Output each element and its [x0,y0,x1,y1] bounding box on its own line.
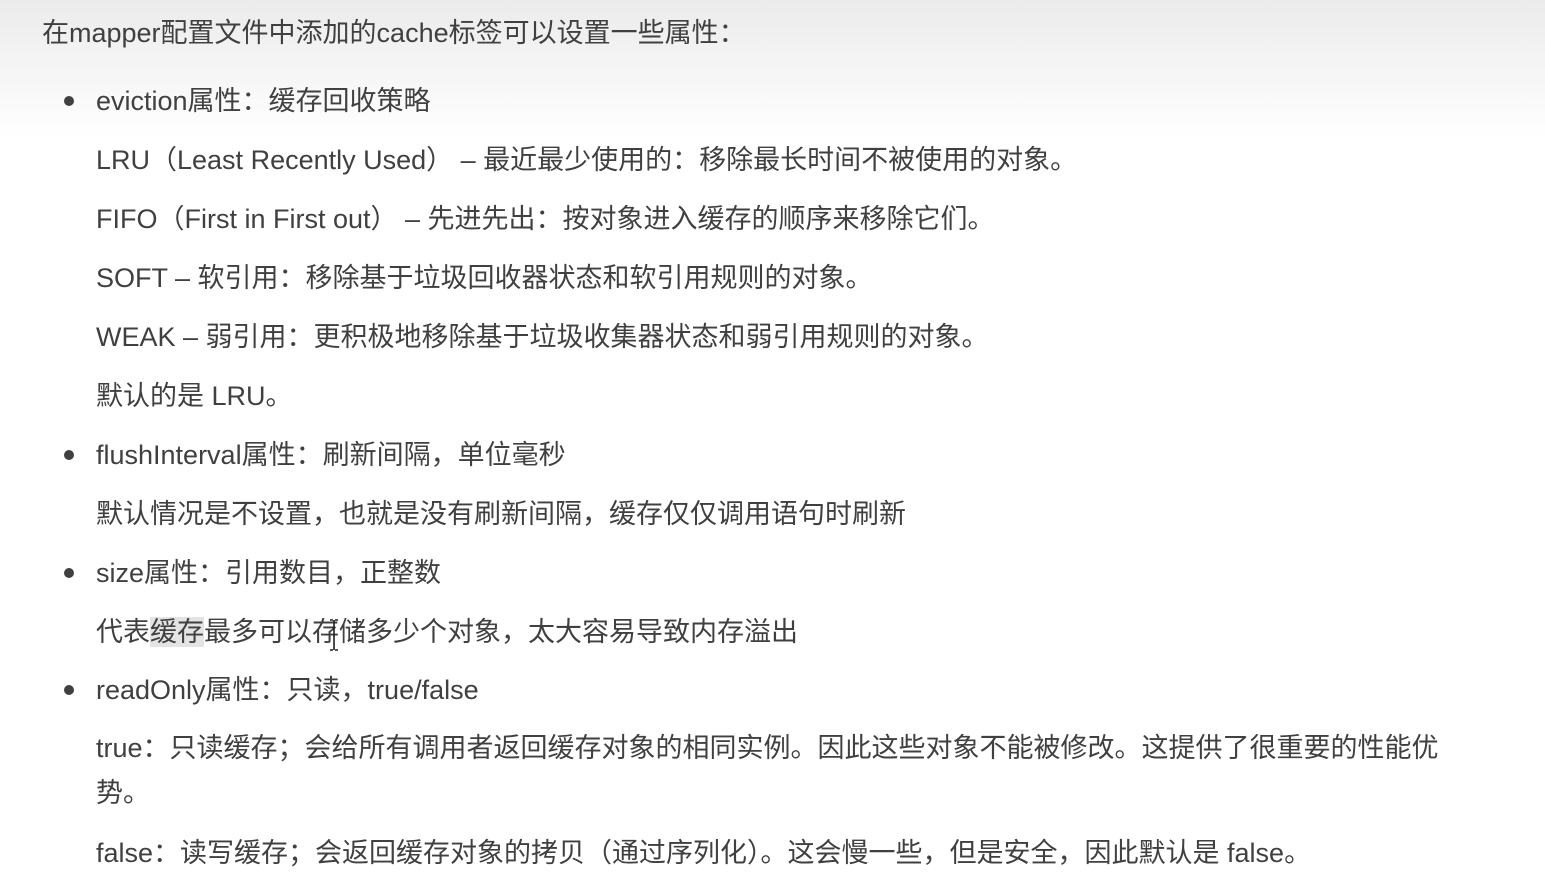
text-selection-highlight: 缓存 [150,617,204,647]
readonly-true-desc: true：只读缓存；会给所有调用者返回缓存对象的相同实例。因此这些对象不能被修改… [96,733,1439,808]
text-cursor-icon [330,619,338,651]
flushinterval-title: flushInterval属性：刷新间隔，单位毫秒 [96,440,566,470]
readonly-title: readOnly属性：只读，true/false [96,675,479,705]
bullet-icon [64,96,74,106]
size-desc-before: 代表 [96,617,150,647]
eviction-title: eviction属性：缓存回收策略 [96,86,431,116]
bullet-icon [64,685,74,695]
eviction-soft: SOFT – 软引用：移除基于垃圾回收器状态和软引用规则的对象。 [96,263,873,293]
intro-text: 在mapper配置文件中添加的cache标签可以设置一些属性： [42,18,746,48]
eviction-default: 默认的是 LRU。 [96,381,293,411]
flushinterval-desc: 默认情况是不设置，也就是没有刷新间隔，缓存仅仅调用语句时刷新 [96,499,906,529]
eviction-fifo: FIFO（First in First out） – 先进先出：按对象进入缓存的… [96,204,995,234]
bullet-icon [64,450,74,460]
size-title: size属性：引用数目，正整数 [96,558,442,588]
size-desc: 代表缓存最多可以存储多少个对象，太大容易导致内存溢出 [96,614,798,650]
bullet-icon [64,568,74,578]
size-desc-after: 最多可以存储多少个对象，太大容易导致内存溢出 [204,617,798,647]
eviction-weak: WEAK – 弱引用：更积极地移除基于垃圾收集器状态和弱引用规则的对象。 [96,322,989,352]
eviction-lru: LRU（Least Recently Used） – 最近最少使用的：移除最长时… [96,145,1078,175]
readonly-false-desc: false：读写缓存；会返回缓存对象的拷贝（通过序列化）。这会慢一些，但是安全，… [96,838,1312,868]
